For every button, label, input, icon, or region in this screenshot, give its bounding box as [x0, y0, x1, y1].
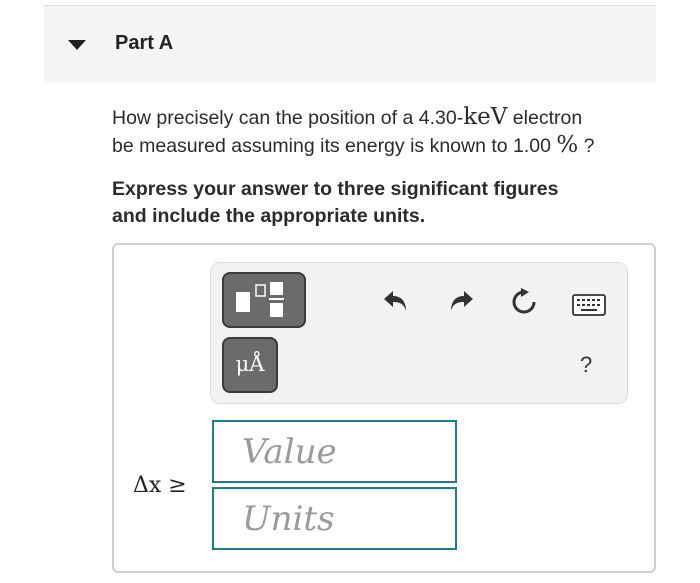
- value-input[interactable]: [242, 422, 455, 481]
- question-text-2: electron: [507, 107, 583, 129]
- keyboard-button[interactable]: [572, 294, 606, 321]
- part-title[interactable]: Part A: [115, 32, 173, 55]
- units-input[interactable]: [242, 489, 455, 548]
- percent-symbol: %: [556, 132, 579, 158]
- instructions-line-2: and include the appropriate units.: [112, 205, 426, 227]
- question-text: How precisely can the position of a 4.30…: [112, 104, 672, 160]
- value-field[interactable]: [212, 420, 457, 483]
- answer-instructions: Express your answer to three significant…: [112, 176, 672, 230]
- question-text-1: How precisely can the position of a 4.30…: [112, 107, 464, 129]
- redo-button[interactable]: [446, 287, 476, 320]
- help-button[interactable]: ?: [580, 352, 592, 378]
- redo-icon: [451, 291, 473, 311]
- delta-x-label: Δx ≥: [133, 473, 187, 498]
- templates-button[interactable]: [222, 272, 306, 328]
- templates-icon: [236, 282, 284, 317]
- question-text-3: be measured assuming its energy is known…: [112, 135, 557, 157]
- reset-button[interactable]: [509, 287, 539, 322]
- units-button[interactable]: μÅ: [222, 337, 278, 393]
- reset-icon: [512, 288, 536, 314]
- instructions-line-1: Express your answer to three significant…: [112, 178, 559, 200]
- undo-button[interactable]: [381, 287, 411, 320]
- units-button-label: μÅ: [235, 352, 265, 376]
- keyboard-icon: [572, 294, 606, 316]
- energy-unit: keV: [463, 104, 508, 130]
- undo-icon: [384, 291, 406, 311]
- collapse-triangle-icon[interactable]: [68, 40, 86, 50]
- units-field[interactable]: [212, 487, 457, 550]
- question-text-4: ?: [578, 135, 595, 157]
